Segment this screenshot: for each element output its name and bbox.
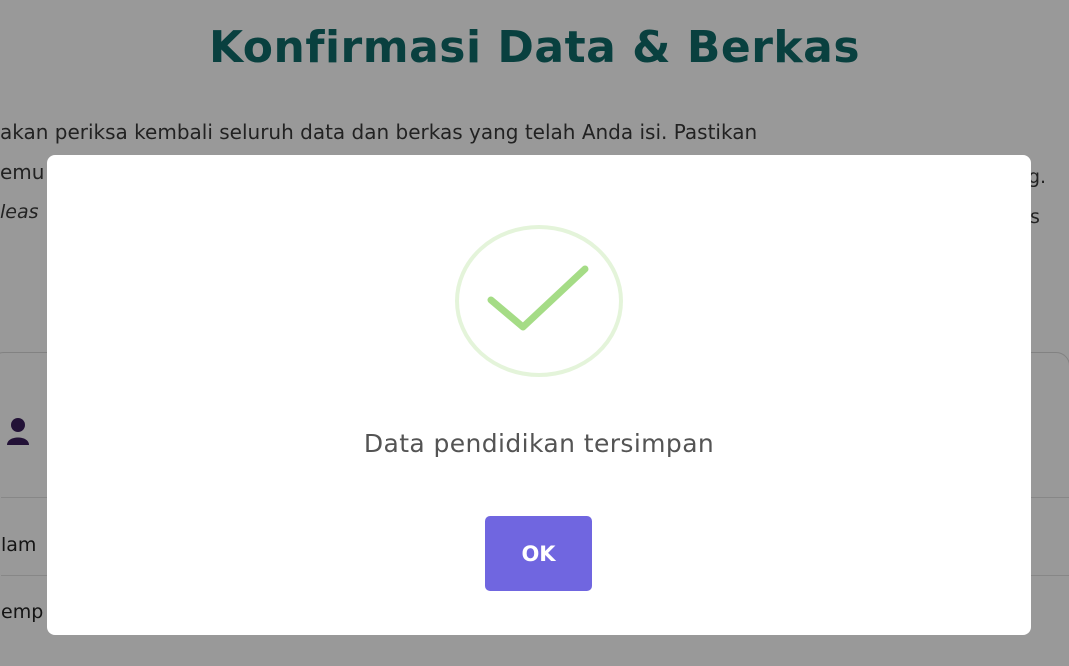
- success-dialog: Data pendidikan tersimpan OK: [47, 155, 1031, 635]
- ok-button[interactable]: OK: [485, 516, 592, 591]
- dialog-message: Data pendidikan tersimpan: [363, 429, 715, 458]
- check-circle-icon: [455, 225, 623, 377]
- page: Konfirmasi Data & Berkas akan periksa ke…: [0, 0, 1069, 666]
